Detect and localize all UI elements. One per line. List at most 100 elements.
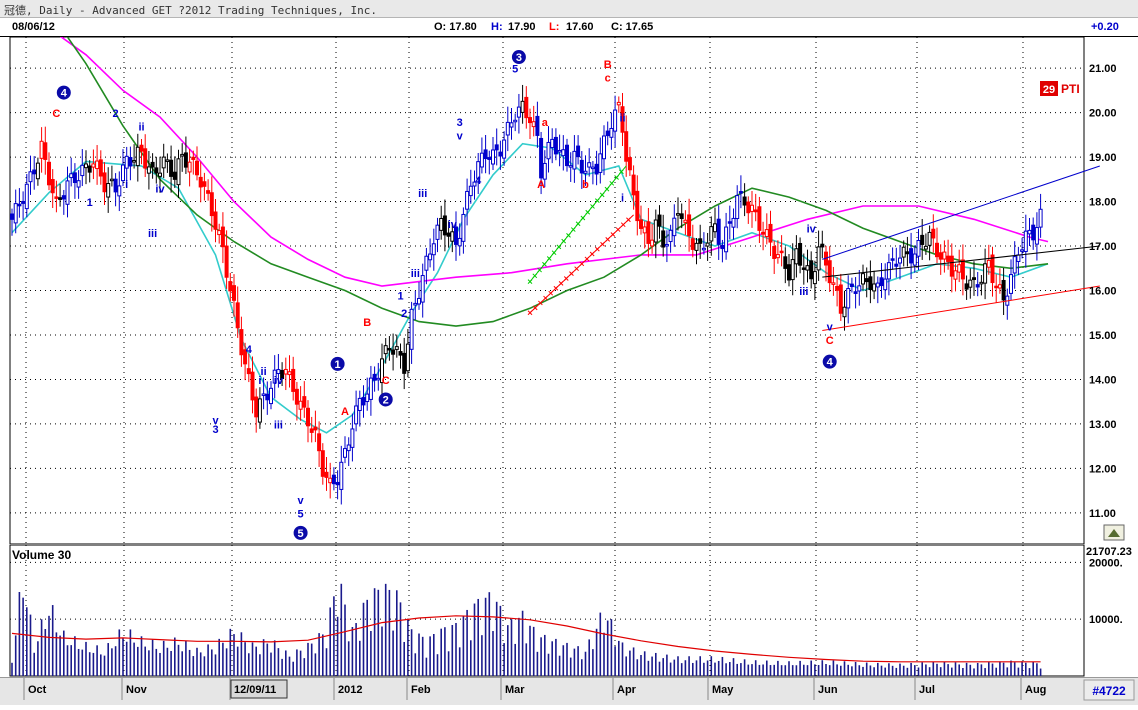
price-bar-body (742, 196, 747, 206)
wave-label: C (826, 335, 834, 347)
price-bar-body (121, 164, 125, 182)
price-bar-body (102, 172, 107, 193)
price-tick-label: 15.00 (1089, 330, 1117, 342)
price-bar-body (183, 152, 188, 168)
price-bar-body (561, 149, 566, 157)
price-bar-body (446, 232, 451, 237)
price-bar-body (683, 219, 688, 223)
wave-label: 3 (457, 117, 463, 129)
price-bar-body (72, 172, 77, 184)
wave-label: A (537, 179, 545, 191)
price-bar-body (109, 178, 114, 182)
price-bar-body (731, 217, 736, 228)
price-bar-body (957, 264, 962, 273)
price-bar-body (69, 173, 74, 179)
price-bar-body (694, 242, 699, 251)
price-bar-body (1016, 254, 1021, 262)
price-chart[interactable]: C12iiiiviiiv34iiiiviiiv5ABC12iiiiiiiv3v4… (0, 37, 1138, 545)
price-bar-body (435, 224, 440, 240)
price-bar-body (890, 258, 895, 261)
wave-label: i (125, 179, 128, 191)
price-bar-body (946, 255, 951, 262)
price-bar-body (783, 256, 788, 269)
price-tick-label: 19.00 (1089, 152, 1117, 164)
price-bar-body (775, 254, 780, 259)
wave-label: C (382, 375, 390, 387)
price-bar-body (143, 148, 148, 169)
price-bar-body (302, 396, 307, 408)
price-bar-body (291, 368, 296, 392)
price-bar-body (909, 248, 914, 264)
price-tick-label: 11.00 (1089, 508, 1116, 520)
price-bar-body (842, 306, 847, 318)
bars-readout: #4722 (1092, 684, 1126, 698)
price-bar-body (709, 226, 714, 242)
price-bar-body (232, 285, 236, 301)
price-bar-body (861, 273, 865, 285)
price-bar-body (761, 231, 766, 235)
price-bar-body (350, 428, 355, 448)
price-bar-body (565, 144, 569, 167)
price-bar-body (191, 156, 196, 160)
price-bar-body (468, 185, 473, 197)
price-bar-body (764, 229, 769, 238)
price-bar-body (557, 149, 562, 153)
price-tick-label: 17.00 (1089, 241, 1117, 253)
price-bar-body (757, 206, 762, 231)
price-bar-body (172, 171, 177, 180)
price-bar-body (21, 200, 26, 204)
price-bar-body (91, 163, 96, 168)
price-bar-body (54, 196, 59, 199)
price-bar-body (838, 284, 843, 314)
price-bar-body (24, 183, 29, 210)
price-bar-body (442, 215, 447, 236)
price-bar-body (494, 144, 499, 151)
price-bar-body (50, 179, 55, 194)
price-bar-body (161, 156, 166, 169)
price-bar-body (87, 165, 92, 173)
price-bar-body (938, 252, 943, 260)
price-change: +0.20 (1091, 21, 1119, 33)
time-tick-label: 12/09/11 (234, 684, 276, 696)
price-bar-body (1020, 249, 1025, 252)
quote-info-bar: 08/06/12 O: 17.80 H: 17.90 L: 17.60 C: 1… (0, 18, 1138, 37)
price-bar-body (261, 393, 266, 396)
price-bar-body (820, 243, 825, 248)
open-price: O: 17.80 (434, 21, 477, 33)
price-bar-body (498, 151, 503, 157)
wave-label: iii (148, 228, 157, 240)
wave-label: c (605, 72, 611, 84)
price-bar-body (787, 264, 791, 281)
price-bar-body (368, 377, 373, 400)
wave-label: i (621, 193, 624, 205)
price-bar-body (505, 121, 510, 136)
price-bar-body (84, 163, 88, 169)
wave-label: v (298, 495, 305, 507)
price-bar-body (1012, 256, 1017, 274)
price-bar-body (960, 259, 965, 280)
price-bar-body (750, 204, 754, 212)
time-tick-label: 2012 (338, 684, 362, 696)
price-bar-body (516, 106, 521, 118)
high-price: 17.90 (508, 21, 536, 33)
low-price: 17.60 (566, 21, 594, 33)
price-bar-body (417, 297, 421, 305)
price-bar-body (257, 398, 262, 423)
price-bar-body (1001, 279, 1006, 301)
price-bar-body (431, 243, 436, 256)
price-bar-body (13, 203, 18, 224)
price-bar-body (32, 169, 37, 175)
time-tick-label: Aug (1025, 684, 1046, 696)
time-tick-label: Nov (126, 684, 148, 696)
price-bar-body (365, 393, 370, 403)
price-tick-label: 13.00 (1089, 419, 1117, 431)
price-bar-body (139, 144, 144, 152)
wave-circle-label: 4 (827, 357, 834, 369)
price-bar-body (535, 115, 540, 136)
price-bar-body (165, 159, 170, 162)
wave-label: C (52, 108, 60, 120)
price-bar-body (346, 444, 351, 452)
price-bar-body (572, 150, 577, 170)
volume-chart[interactable]: 20000. 10000. Volume 30 21707.23 (0, 545, 1138, 677)
price-bar-body (372, 373, 377, 381)
